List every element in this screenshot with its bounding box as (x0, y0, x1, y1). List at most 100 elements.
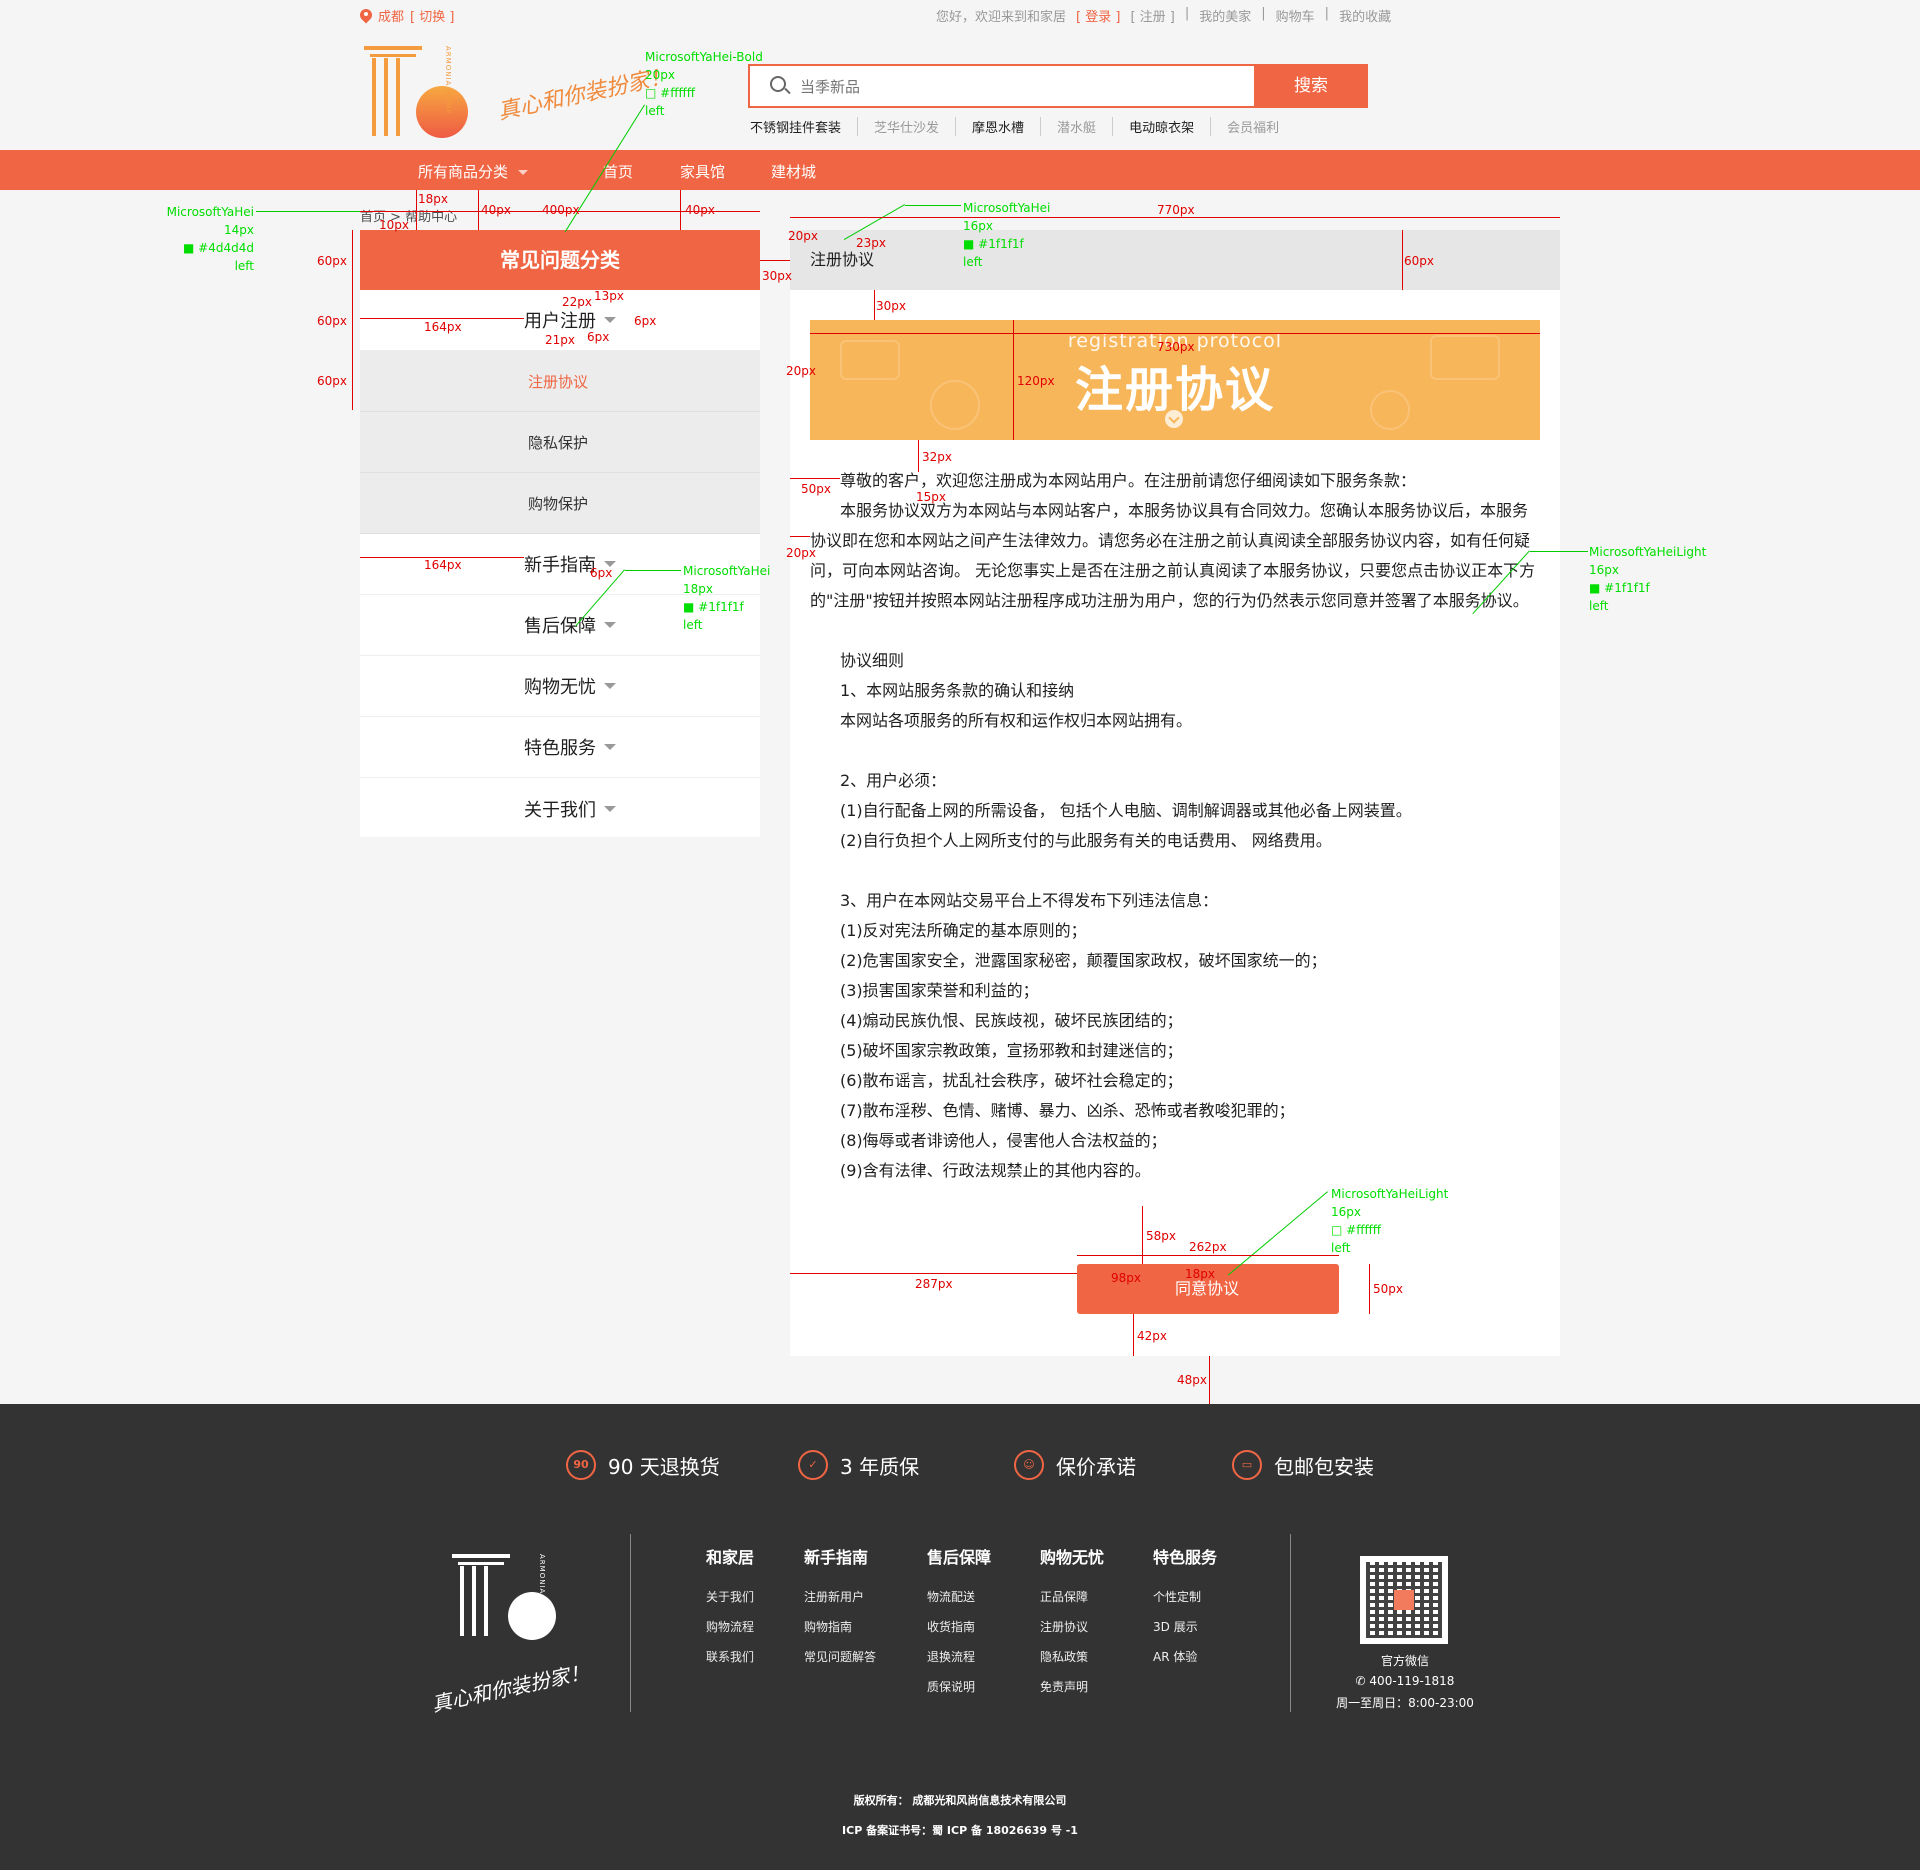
sidebar-group-about[interactable]: 关于我们 (360, 778, 760, 839)
main-nav: 所有商品分类 首页 家具馆 建材城 (0, 150, 1920, 190)
leader-line (256, 211, 360, 212)
footer-link[interactable]: 3D 展示 (1153, 1612, 1217, 1642)
switch-city-link[interactable]: [ 切换 ] (410, 6, 454, 25)
sidebar-group-label: 用户注册 (524, 311, 596, 332)
section-heading: 协议细则 (840, 651, 905, 670)
sidebar-item-privacy[interactable]: 隐私保护 (360, 412, 760, 473)
footer-link[interactable]: 注册协议 (1040, 1612, 1104, 1642)
location[interactable]: 成都 [ 切换 ] (360, 6, 454, 25)
sidebar-group-label: 关于我们 (524, 799, 596, 821)
sidebar-item-purchase-protection[interactable]: 购物保护 (360, 473, 760, 534)
hotword-link[interactable]: 摩恩水槽 (955, 117, 1040, 136)
hotword-link[interactable]: 不锈钢挂件套装 (750, 117, 857, 136)
footer-link[interactable]: 关于我们 (706, 1582, 754, 1612)
dimension-label: 40px (481, 203, 511, 217)
chevron-down-icon (604, 805, 616, 812)
footer-link[interactable]: 隐私政策 (1040, 1642, 1104, 1672)
dimension-label: 60px (317, 254, 347, 268)
nav-furniture[interactable]: 家具馆 (680, 161, 725, 182)
dimension-line (918, 440, 919, 472)
annotation-text: left (1331, 1241, 1351, 1255)
sidebar-group-special[interactable]: 特色服务 (360, 717, 760, 778)
footer-link[interactable]: 常见问题解答 (804, 1642, 876, 1672)
return-90-icon: 90 (566, 1450, 596, 1480)
city-name: 成都 (378, 10, 405, 25)
annotation-text: MicrosoftYaHei (166, 205, 254, 219)
nav-building-materials[interactable]: 建材城 (771, 161, 816, 182)
favorites-link[interactable]: 我的收藏 (1339, 6, 1391, 25)
scroll-down-icon[interactable] (1165, 410, 1183, 428)
promise-label: 保价承诺 (1056, 1454, 1136, 1479)
footer-link[interactable]: 物流配送 (927, 1582, 991, 1612)
site-logo[interactable]: ARMONIA HOME (362, 44, 472, 140)
dimension-label: 60px (317, 374, 347, 388)
annotation-text: left (645, 104, 665, 118)
footer-link[interactable]: 免责声明 (1040, 1672, 1104, 1702)
text-line: (7)散布淫秽、色情、赌博、暴力、凶杀、恐怖或者教唆犯罪的； (840, 1101, 1295, 1120)
dimension-line (760, 260, 790, 261)
annotation-text: MicrosoftYaHeiLight (1331, 1187, 1449, 1201)
dimension-line (790, 536, 810, 537)
footer-link[interactable]: 购物流程 (706, 1612, 754, 1642)
hotword-link[interactable]: 潜水艇 (1040, 117, 1112, 136)
section-heading: 1、本网站服务条款的确认和接纳 (840, 681, 1075, 700)
dimension-label: 164px (424, 558, 462, 572)
dimension-label: 15px (916, 490, 946, 504)
annotation-spec: MicrosoftYaHeiLight 16px □ #ffffff left (1331, 1185, 1448, 1257)
search-button[interactable]: 搜索 (1254, 64, 1368, 108)
agreement-text: 尊敬的客户，欢迎您注册成为本网站用户。在注册前请您仔细阅读如下服务条款： 本服务… (810, 466, 1540, 1186)
footer-link[interactable]: 正品保障 (1040, 1582, 1104, 1612)
dimension-line (478, 190, 479, 230)
dimension-line (1013, 320, 1014, 440)
hotword-link[interactable]: 芝华仕沙发 (857, 117, 955, 136)
user-icon: ☺ (1014, 1450, 1044, 1480)
logo-side-text: ARMONIA HOME (444, 46, 452, 115)
annotation-text: 16px (1331, 1205, 1361, 1219)
top-bar: 成都 [ 切换 ] 您好，欢迎来到和家居 [ 登录 ] [ 注册 ] | 我的美… (0, 0, 1920, 30)
footer-column: 购物无忧 正品保障 注册协议 隐私政策 免责声明 (1040, 1544, 1104, 1702)
hot-keywords: 不锈钢挂件套装 芝华仕沙发 摩恩水槽 潜水艇 电动晾衣架 会员福利 (750, 117, 1295, 136)
top-links: 您好，欢迎来到和家居 [ 登录 ] [ 注册 ] | 我的美家 | 购物车 | … (936, 6, 1391, 25)
footer-link[interactable]: 联系我们 (706, 1642, 754, 1672)
annotation-spec: MicrosoftYaHeiLight 16px ■ #1f1f1f left (1589, 543, 1706, 615)
sidebar-group-worry-free[interactable]: 购物无忧 (360, 656, 760, 717)
dimension-label: 13px (594, 289, 624, 303)
annotation-text: □ #ffffff (1331, 1223, 1382, 1237)
promise-warranty: ✓ 3 年质保 (798, 1450, 919, 1480)
column-title: 和家居 (706, 1548, 755, 1567)
hotword-link[interactable]: 会员福利 (1210, 117, 1295, 136)
hotword-link[interactable]: 电动晾衣架 (1112, 117, 1210, 136)
text-line: (2)自行负担个人上网所支付的与此服务有关的电话费用、 网络费用。 (840, 831, 1332, 850)
footer-link[interactable]: 退换流程 (927, 1642, 991, 1672)
dimension-line (790, 217, 1560, 218)
login-link[interactable]: [ 登录 ] (1076, 6, 1120, 25)
leader-line (625, 570, 681, 571)
qr-logo-icon (1394, 1590, 1414, 1610)
footer-link[interactable]: 个性定制 (1153, 1582, 1217, 1612)
sidebar-group-label: 新手指南 (524, 555, 596, 576)
footer-link[interactable]: 购物指南 (804, 1612, 876, 1642)
footer-link[interactable]: AR 体验 (1153, 1642, 1217, 1672)
my-home-link[interactable]: 我的美家 (1199, 6, 1251, 25)
footer-logo[interactable]: ARMONIA HOME (450, 1552, 570, 1652)
dimension-label: 22px (562, 295, 592, 309)
footer-column: 售后保障 物流配送 收货指南 退换流程 质保说明 (927, 1544, 991, 1702)
chevron-down-icon (604, 622, 616, 628)
dimension-label: 20px (786, 364, 816, 378)
leader-line (905, 205, 961, 206)
dimension-label: 30px (876, 299, 906, 313)
cart-link[interactable]: 购物车 (1276, 6, 1315, 25)
shield-icon: ✓ (798, 1450, 828, 1480)
dimension-label: 6px (587, 330, 610, 344)
sidebar-group-label: 特色服务 (524, 738, 596, 759)
footer-link[interactable]: 质保说明 (927, 1672, 991, 1702)
sidebar-item-agreement[interactable]: 注册协议 (360, 351, 760, 412)
footer-link[interactable]: 收货指南 (927, 1612, 991, 1642)
all-categories-menu[interactable]: 所有商品分类 (418, 161, 529, 182)
column-title: 购物无忧 (1040, 1548, 1105, 1567)
dimension-label: 30px (762, 269, 792, 283)
register-link[interactable]: [ 注册 ] (1130, 6, 1174, 25)
footer-link[interactable]: 注册新用户 (804, 1582, 876, 1612)
dimension-label: 18px (418, 192, 448, 206)
search-input[interactable] (800, 76, 1100, 98)
